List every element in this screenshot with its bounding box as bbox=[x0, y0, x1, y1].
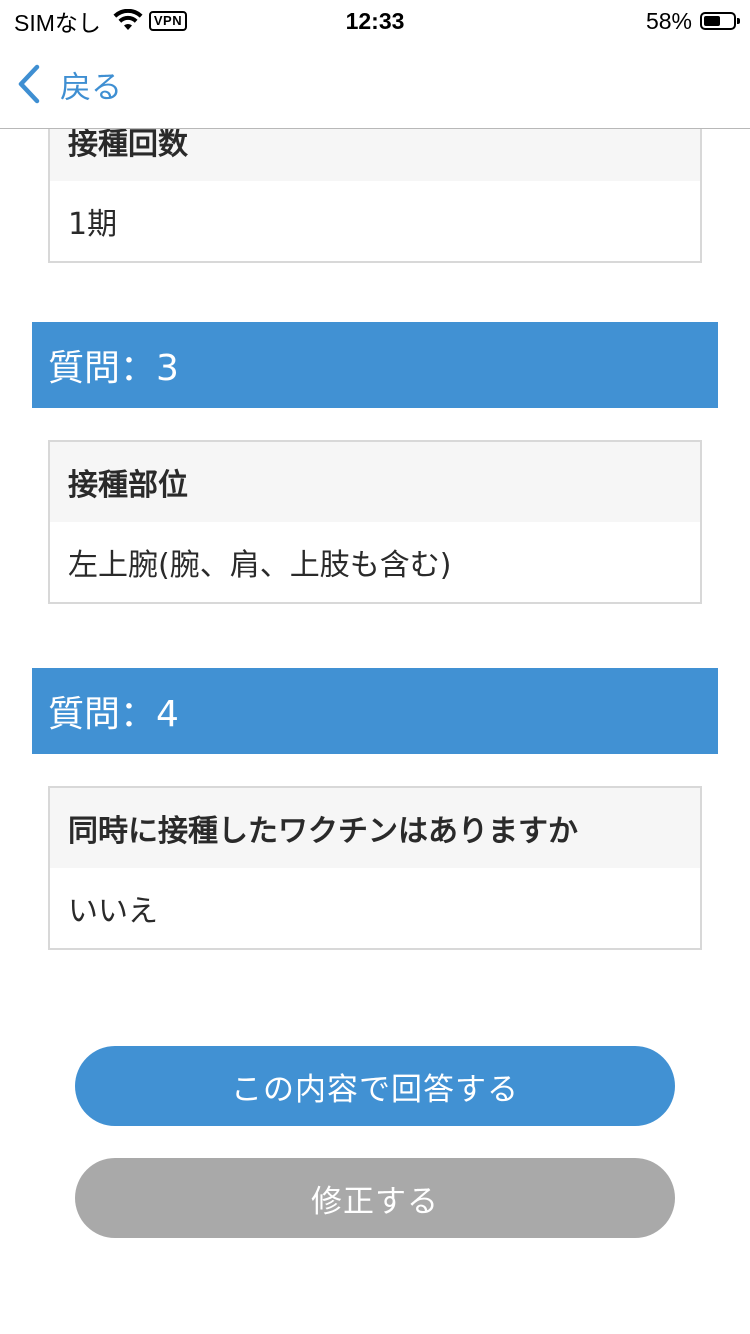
back-button[interactable]: 戻る bbox=[16, 62, 122, 106]
content-area: 接種回数 1期 質問：3 接種部位 左上腕(腕、肩、上肢も含む) 質問：4 同時… bbox=[0, 129, 750, 1334]
chevron-left-icon bbox=[18, 64, 40, 104]
answer-box-injection-site: 接種部位 左上腕(腕、肩、上肢も含む) bbox=[48, 440, 702, 604]
edit-button[interactable]: 修正する bbox=[75, 1158, 675, 1238]
answer-box-dose-count: 接種回数 1期 bbox=[48, 129, 702, 263]
status-right: 58% bbox=[645, 6, 740, 36]
answer-label: 接種部位 bbox=[50, 442, 700, 522]
question-header-3: 質問：3 bbox=[32, 322, 718, 408]
status-bar: SIMなし VPN 12:33 58% bbox=[0, 0, 750, 40]
status-time: 12:33 bbox=[345, 8, 405, 34]
submit-answer-button[interactable]: この内容で回答する bbox=[75, 1046, 675, 1126]
answer-value: いいえ bbox=[68, 894, 158, 929]
answer-value: 左上腕(腕、肩、上肢も含む) bbox=[68, 548, 452, 583]
answer-value: 1期 bbox=[68, 207, 118, 242]
question-header-4: 質問：4 bbox=[32, 668, 718, 754]
answer-box-concurrent-vaccine: 同時に接種したワクチンはありますか いいえ bbox=[48, 786, 702, 950]
battery-percent: 58% bbox=[645, 7, 692, 34]
nav-bar: 戻る bbox=[0, 40, 750, 129]
back-label: 戻る bbox=[60, 69, 122, 106]
battery-icon bbox=[700, 12, 740, 30]
answer-label: 同時に接種したワクチンはありますか bbox=[50, 788, 700, 868]
battery-level bbox=[704, 16, 720, 26]
answer-label: 接種回数 bbox=[50, 129, 700, 181]
